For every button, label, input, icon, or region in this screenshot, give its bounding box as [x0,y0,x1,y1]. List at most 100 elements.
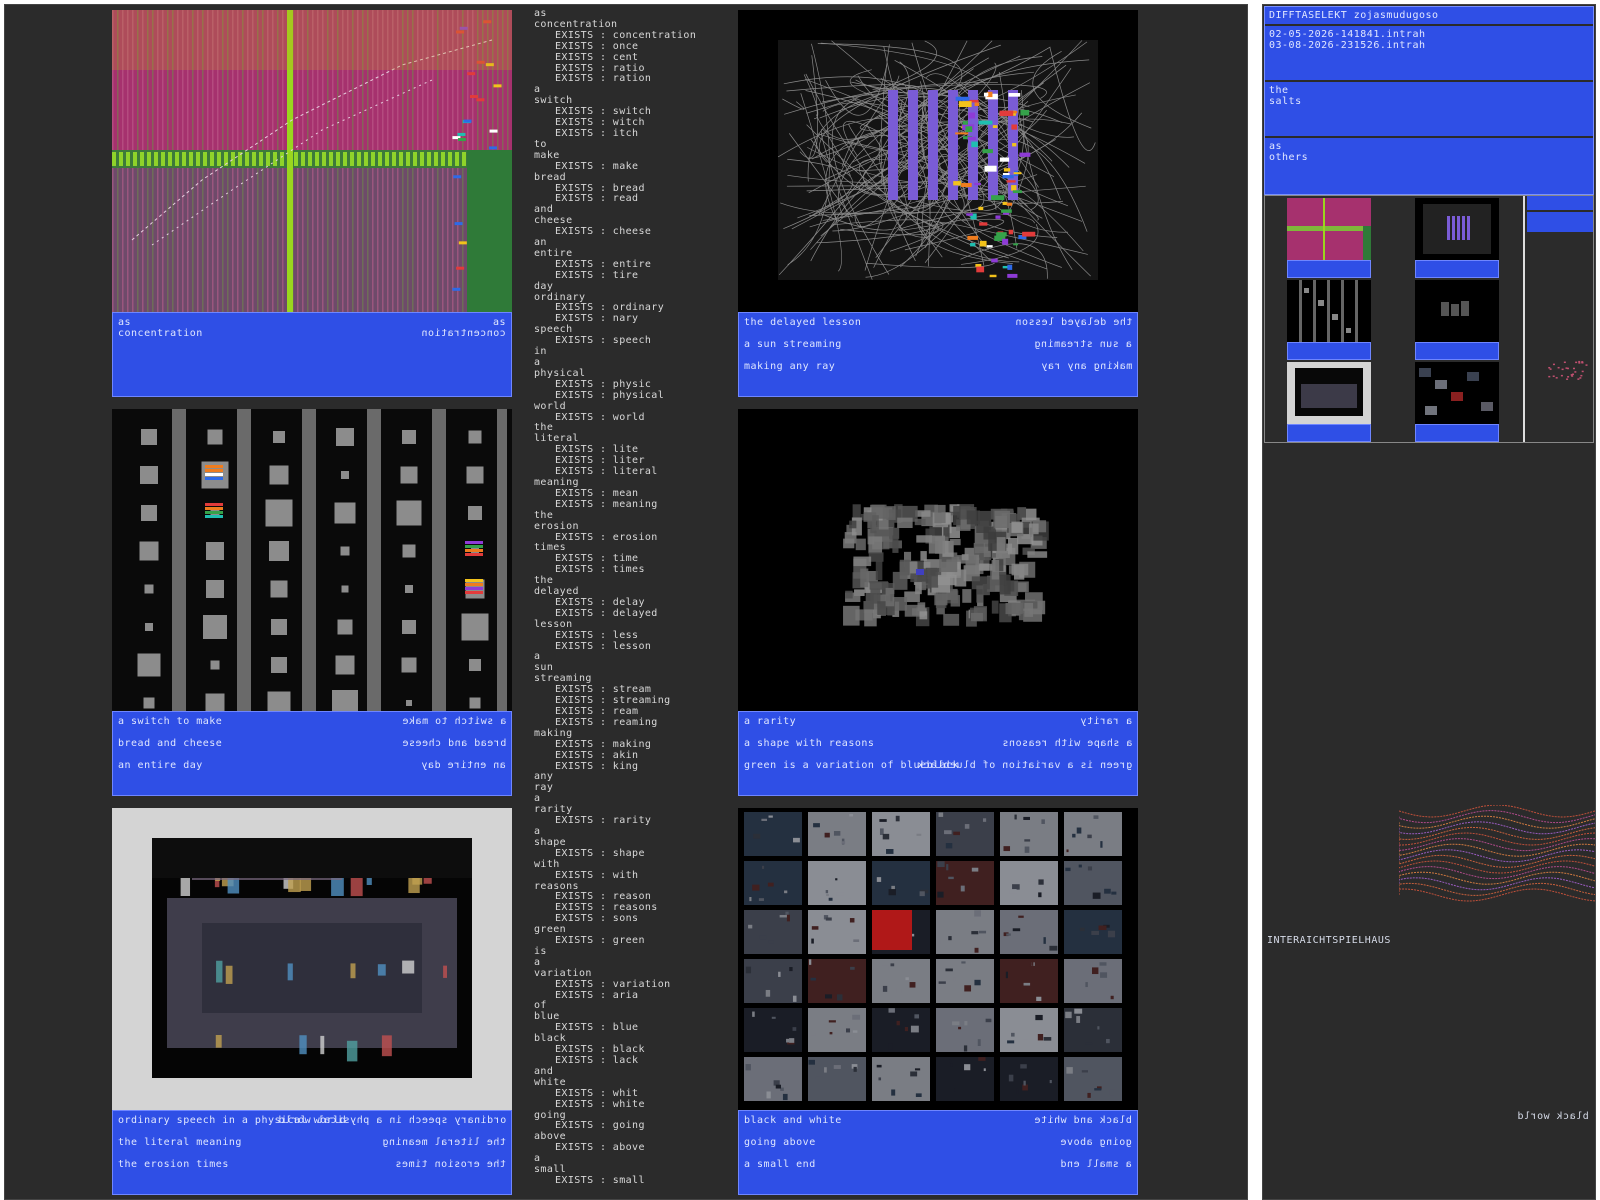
the-line-2: salts [1269,96,1302,107]
panel-4[interactable]: a rarity a rarity a shape with reasons a s… [738,409,1138,796]
panel-6-image [738,808,1138,1110]
panel-3-caption: a switch to make a switch to make bread a… [112,711,512,796]
exists-entry: EXISTS : aria [555,989,639,1001]
main-canvas: as as concentration concentration the de… [4,4,1248,1200]
caption-row-3-mirror: green is a variation of blueblack [916,760,1132,771]
panel-3-image [112,409,512,711]
exists-entry: EXISTS : cheese [555,226,652,238]
thumb-2[interactable] [1415,198,1499,280]
glitch-grid-image [112,10,512,312]
word-entry: in [534,346,547,358]
caption-right-2: concentration [421,328,506,339]
wave-pattern [1399,805,1595,902]
thumb-6-image [1419,368,1493,415]
side-strip [1523,196,1593,442]
word-entry: the [534,509,554,521]
exists-entry: EXISTS : tire [555,269,639,281]
exists-entry: EXISTS : shape [555,847,645,859]
panel-1-caption: as as concentration concentration [112,312,512,397]
grey-blocks-image [738,409,1138,711]
exists-entry: EXISTS : itch [555,127,639,139]
word-list: as concentration EXISTS : concentration EXI… [534,9,724,1199]
thumb-1-image [1287,198,1371,260]
thumb-3-caption [1287,342,1371,360]
exists-entry: EXISTS : small [555,1174,645,1186]
framed-photo-image [112,808,512,1110]
caption-row-2: the literal meaning [118,1137,242,1148]
thumb-4-image [1441,301,1469,316]
info-box: DIFFTASELEKT zojasmudugoso 02-05-2026-14… [1264,6,1594,195]
word-entry: erosion [534,520,579,532]
exists-entry: EXISTS : less [555,629,639,641]
caption-row-1: a rarity [744,716,797,727]
mirror-label: black world [1517,1111,1589,1122]
caption-row-2-mirror: the literal meaning [382,1137,506,1148]
caption-row-3: the erosion times [118,1159,229,1170]
word-entry: is [534,945,547,957]
scribble-image [738,10,1138,312]
thumb-3[interactable] [1287,280,1371,362]
exists-entry: EXISTS : king [555,760,639,772]
thumb-2-image [1423,204,1491,254]
exists-entry: EXISTS : above [555,1142,645,1154]
thumb-6[interactable] [1415,362,1499,444]
file-link-2[interactable]: 03-08-2026-231526.intrah [1269,40,1589,51]
caption-row-2-mirror: a sun streaming [1034,339,1132,350]
intera-label: INTERAICHTSPIELHAUS [1267,935,1391,946]
panel-1[interactable]: as as concentration concentration [112,10,512,397]
exists-entry: EXISTS : cent [555,51,639,63]
word-entry: bread [534,171,567,183]
caption-row-1-mirror: black and white [1034,1115,1132,1126]
panel-4-caption: a rarity a rarity a shape with reasons a s… [738,711,1138,796]
file-link-1[interactable]: 02-05-2026-141841.intrah [1269,29,1589,40]
thumb-6-caption [1415,424,1499,442]
exists-entry: EXISTS : lesson [555,640,652,652]
caption-row-2: bread and cheese [118,738,223,749]
word-entry: a [534,651,541,663]
panel-2-caption: the delayed lesson the delayed lesson a s… [738,312,1138,397]
caption-row-1-mirror: ordinary speech in a physical world [277,1115,506,1126]
exists-entry: EXISTS : akin [555,749,639,761]
caption-row-1: black and white [744,1115,842,1126]
caption-left-2: concentration [118,328,203,339]
squares-grid-image [112,409,512,711]
panel-4-image [738,409,1138,711]
thumb-5-caption [1287,424,1371,442]
caption-row-2-mirror: a shape with reasons [1001,738,1132,749]
as-line-1: as [1269,141,1283,152]
caption-row-2: a shape with reasons [744,738,875,749]
caption-row-1-mirror: a rarity [1079,716,1132,727]
exists-entry: EXISTS : times [555,564,645,576]
the-line-1: the [1269,85,1289,96]
panel-3[interactable]: a switch to make a switch to make bread a… [112,409,512,796]
caption-row-2: going above [744,1137,816,1148]
caption-row-3-mirror: the erosion times [395,1159,506,1170]
thumb-1-caption [1287,260,1371,278]
caption-row-1-mirror: a switch to make [401,716,506,727]
thumb-5[interactable] [1287,362,1371,444]
glitch-fragment-small [1548,360,1588,380]
word-entry: ray [534,782,554,794]
caption-row-2-mirror: bread and cheese [401,738,506,749]
panel-5-image [112,808,512,1110]
panel-6[interactable]: black and white black and white going abo… [738,808,1138,1195]
caption-row-3: a small end [744,1159,816,1170]
caption-row-3-mirror: making any ray [1040,361,1132,372]
word-entry: of [534,1000,547,1012]
photo-mosaic-image [738,808,1138,1110]
exists-entry: EXISTS : with [555,869,639,881]
word-entry: day [534,280,554,292]
panel-5[interactable]: ordinary speech in a physical world ordin… [112,808,512,1195]
exists-entry: EXISTS : physical [555,389,665,401]
exists-entry: EXISTS : meaning [555,498,658,510]
thumbnail-grid [1264,195,1594,443]
thumb-1[interactable] [1287,198,1371,280]
panel-2[interactable]: the delayed lesson the delayed lesson a s… [738,10,1138,397]
caption-row-2: a sun streaming [744,339,842,350]
exists-entry: EXISTS : read [555,193,639,205]
thumb-4[interactable] [1415,280,1499,362]
word-entry: any [534,771,554,783]
thumb-5-image [1287,362,1371,424]
caption-row-3-mirror: a small end [1060,1159,1132,1170]
exists-entry: EXISTS : lack [555,1055,639,1066]
